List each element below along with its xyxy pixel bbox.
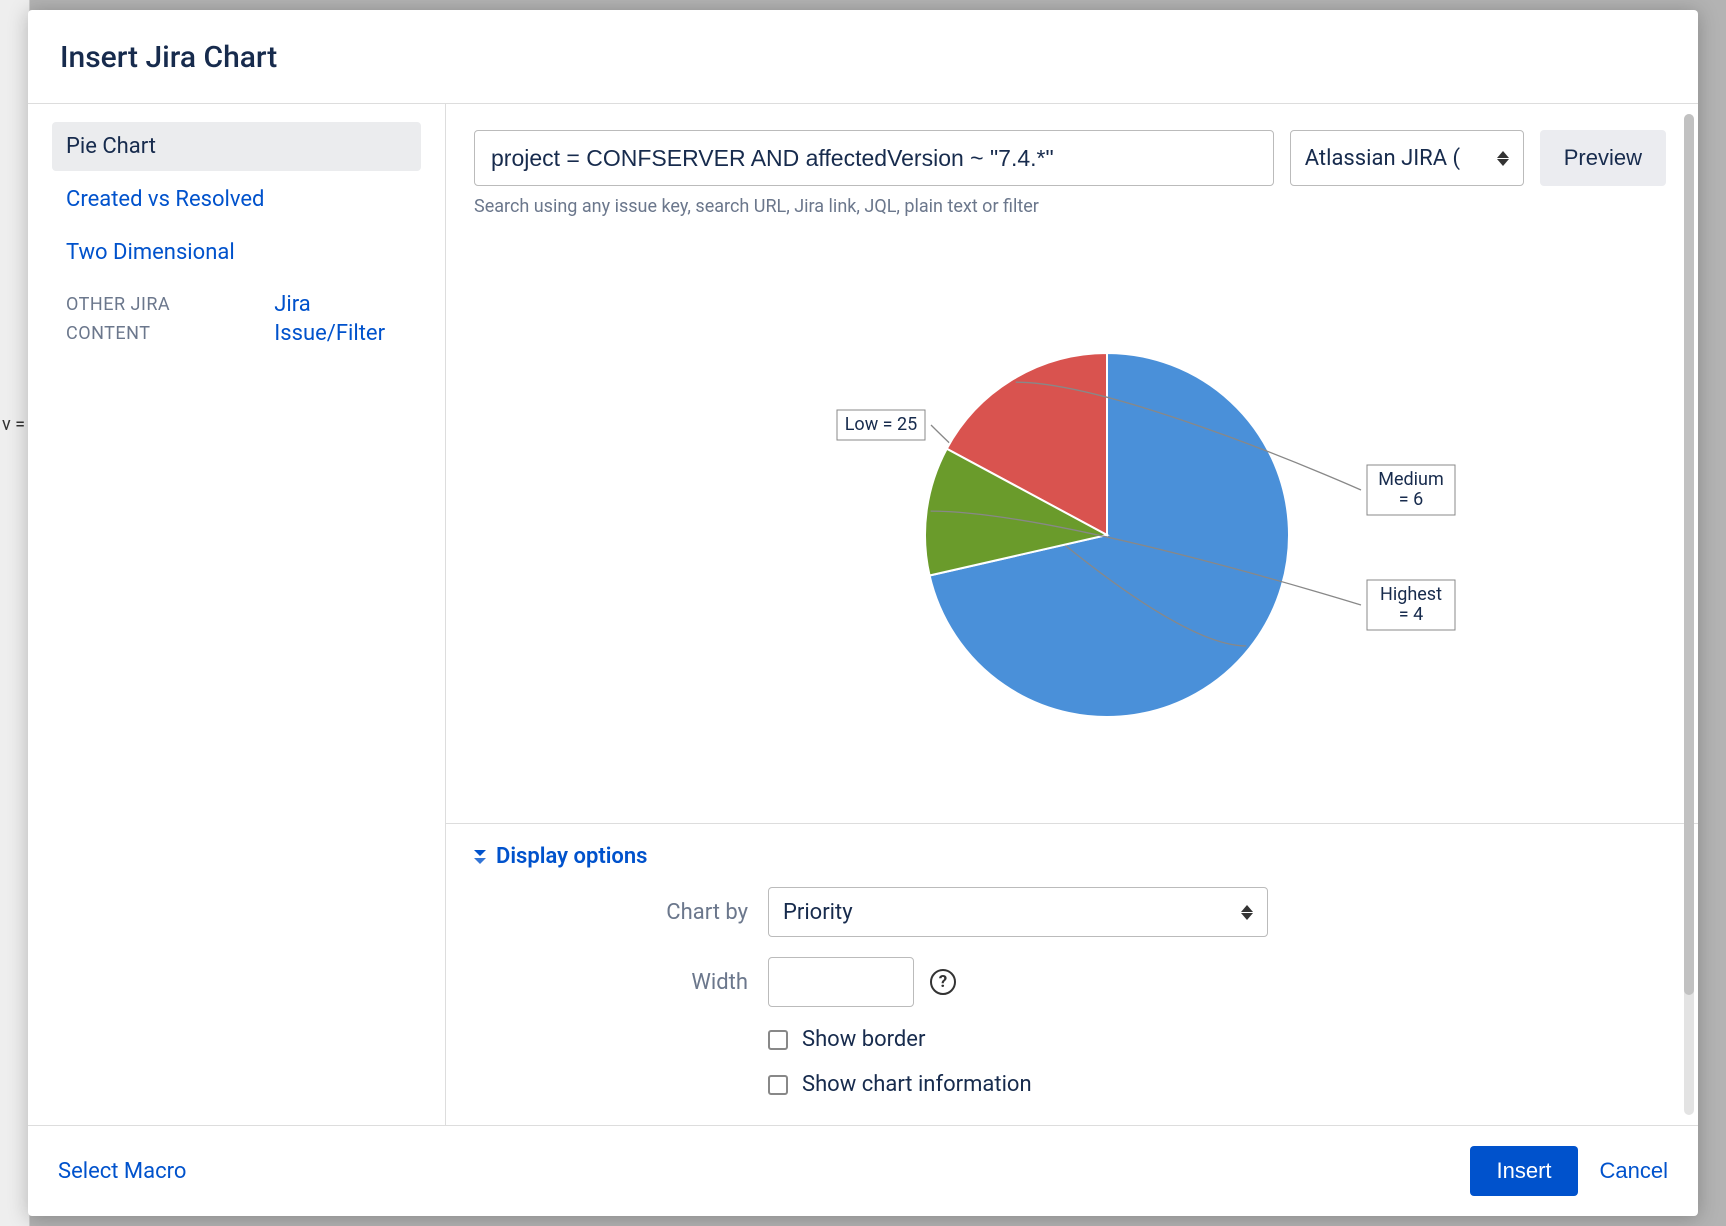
show-chart-info-label: Show chart information <box>802 1072 1032 1097</box>
jira-issue-filter-link[interactable]: Jira Issue/Filter <box>274 291 407 348</box>
show-border-checkbox[interactable] <box>768 1030 788 1050</box>
help-icon[interactable]: ? <box>930 969 956 995</box>
double-chevron-icon <box>474 850 486 864</box>
width-label: Width <box>488 970 748 995</box>
chart-by-select[interactable]: Priority <box>768 887 1268 937</box>
insert-button[interactable]: Insert <box>1470 1146 1577 1196</box>
chart-by-value: Priority <box>783 900 853 925</box>
svg-text:= 6: = 6 <box>1399 489 1423 510</box>
preview-button[interactable]: Preview <box>1540 130 1666 186</box>
show-chart-info-checkbox-row[interactable]: Show chart information <box>768 1072 1666 1097</box>
display-options-toggle[interactable]: Display options <box>474 844 1666 869</box>
svg-text:Medium: Medium <box>1378 469 1444 490</box>
scrollbar[interactable] <box>1684 114 1694 1115</box>
search-row: Search using any issue key, search URL, … <box>446 104 1698 225</box>
jql-search-input[interactable] <box>474 130 1274 186</box>
jql-help-text: Search using any issue key, search URL, … <box>474 196 1274 217</box>
background-editor-fragment: v = <box>0 0 30 1226</box>
background-text: v = <box>2 414 25 435</box>
show-chart-info-checkbox[interactable] <box>768 1075 788 1095</box>
show-border-checkbox-row[interactable]: Show border <box>768 1027 1666 1052</box>
svg-text:Low = 25: Low = 25 <box>845 414 918 435</box>
jira-server-select[interactable]: Atlassian JIRA ( <box>1290 130 1524 186</box>
modal-body: Pie Chart Created vs Resolved Two Dimens… <box>28 104 1698 1125</box>
main-panel: Search using any issue key, search URL, … <box>446 104 1698 1125</box>
chart-type-sidebar: Pie Chart Created vs Resolved Two Dimens… <box>28 104 446 1125</box>
sidebar-item-two-dimensional[interactable]: Two Dimensional <box>52 228 421 277</box>
select-stepper-icon <box>1497 151 1509 166</box>
other-section-label: OTHER JIRA CONTENT <box>66 291 234 349</box>
svg-text:Highest: Highest <box>1380 584 1442 605</box>
select-macro-link[interactable]: Select Macro <box>58 1159 186 1184</box>
pie-chart-preview: Low = 25 Medium= 6 Highest= 4 <box>446 225 1698 824</box>
sidebar-item-created-vs-resolved[interactable]: Created vs Resolved <box>52 175 421 224</box>
cancel-button[interactable]: Cancel <box>1600 1158 1668 1184</box>
insert-jira-chart-modal: Insert Jira Chart Pie Chart Created vs R… <box>28 10 1698 1216</box>
pie-chart-svg: Low = 25Medium= 6Highest= 4 <box>712 317 1432 737</box>
select-stepper-icon <box>1241 905 1253 920</box>
display-options-section: Display options Chart by Priority Width <box>446 824 1698 1125</box>
svg-text:= 4: = 4 <box>1399 604 1423 625</box>
other-jira-content-section: OTHER JIRA CONTENT Jira Issue/Filter <box>52 291 421 349</box>
sidebar-item-pie-chart[interactable]: Pie Chart <box>52 122 421 171</box>
chart-by-label: Chart by <box>488 900 748 925</box>
server-select-value: Atlassian JIRA ( <box>1305 146 1460 171</box>
modal-title: Insert Jira Chart <box>60 40 1666 75</box>
width-input[interactable] <box>768 957 914 1007</box>
scrollbar-thumb[interactable] <box>1684 114 1694 995</box>
modal-footer: Select Macro Insert Cancel <box>28 1125 1698 1216</box>
modal-header: Insert Jira Chart <box>28 10 1698 104</box>
display-options-label: Display options <box>496 844 647 869</box>
show-border-label: Show border <box>802 1027 925 1052</box>
